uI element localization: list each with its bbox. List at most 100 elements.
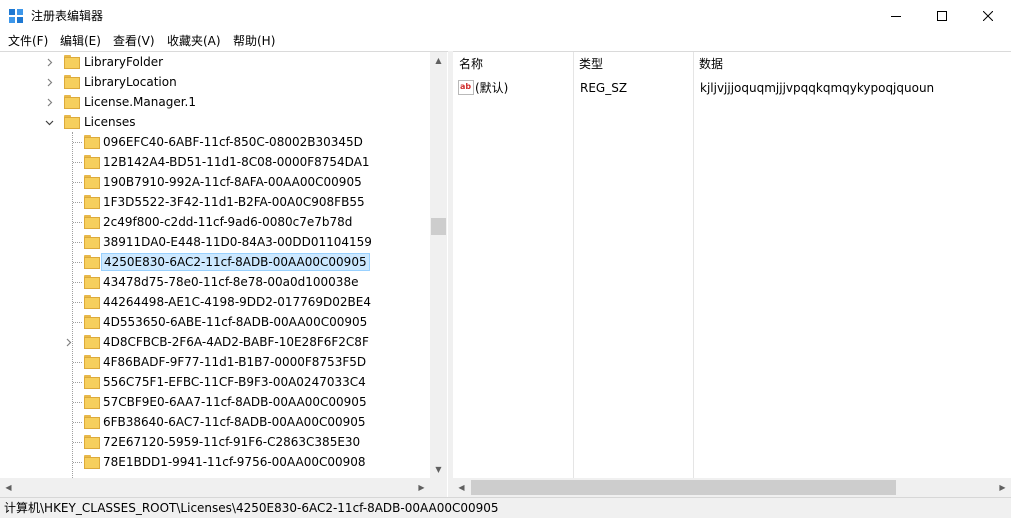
tree-connector — [73, 142, 82, 143]
tree-connector — [73, 402, 82, 403]
tree-item-selected[interactable]: 4250E830-6AC2-11cf-8ADB-00AA00C00905 — [0, 252, 430, 272]
values-list[interactable]: 名称 类型 数据 ab (默认) REG_SZ kjljvjjjoquqmjjj… — [453, 51, 1011, 498]
column-header-name[interactable]: 名称 — [453, 52, 573, 76]
title-bar: 注册表编辑器 — [0, 0, 1011, 31]
tree-guide-line — [72, 132, 73, 478]
minimize-button[interactable] — [873, 0, 919, 31]
window-title: 注册表编辑器 — [31, 9, 104, 23]
tree-item[interactable]: Licenses — [0, 112, 430, 132]
tree-item-label: 556C75F1-EFBC-11CF-B9F3-00A0247033C4 — [103, 375, 366, 389]
tree-connector — [73, 262, 82, 263]
tree-item[interactable]: LibraryLocation — [0, 72, 430, 92]
folder-icon — [84, 134, 100, 150]
scroll-up-icon[interactable]: ▲ — [430, 52, 447, 69]
chevron-right-icon[interactable] — [45, 92, 54, 112]
column-header-type[interactable]: 类型 — [573, 52, 693, 76]
list-scroll-thumb[interactable] — [471, 480, 896, 495]
tree-item-label: 43478d75-78e0-11cf-8e78-00a0d100038e — [103, 275, 359, 289]
folder-icon — [64, 74, 80, 90]
tree-item-label: License.Manager.1 — [84, 95, 197, 109]
tree-item[interactable]: 4F86BADF-9F77-11d1-B1B7-0000F8753F5D — [0, 352, 430, 372]
folder-icon — [64, 94, 80, 110]
scroll-right-icon[interactable]: ▶ — [994, 479, 1011, 496]
tree-item[interactable]: License.Manager.1 — [0, 92, 430, 112]
status-path: 计算机\HKEY_CLASSES_ROOT\Licenses\4250E830-… — [4, 501, 499, 515]
tree-item[interactable]: 38911DA0-E448-11D0-84A3-00DD01104159 — [0, 232, 430, 252]
tree-item-label: 1F3D5522-3F42-11d1-B2FA-00A0C908FB55 — [103, 195, 365, 209]
tree-item[interactable]: 6FB38640-6AC7-11cf-8ADB-00AA00C00905 — [0, 412, 430, 432]
folder-icon — [84, 274, 100, 290]
folder-icon — [84, 294, 100, 310]
tree-item-label: LibraryFolder — [84, 55, 164, 69]
tree-connector — [73, 162, 82, 163]
folder-icon — [64, 54, 80, 70]
tree-item[interactable]: 190B7910-992A-11cf-8AFA-00AA00C00905 — [0, 172, 430, 192]
tree-item[interactable]: 4D553650-6ABE-11cf-8ADB-00AA00C00905 — [0, 312, 430, 332]
tree-horizontal-scrollbar[interactable]: ◀ ▶ — [0, 478, 430, 497]
tree-item-label: 57CBF9E0-6AA7-11cf-8ADB-00AA00C00905 — [103, 395, 367, 409]
close-button[interactable] — [965, 0, 1011, 31]
folder-icon — [84, 414, 100, 430]
tree-item[interactable]: 57CBF9E0-6AA7-11cf-8ADB-00AA00C00905 — [0, 392, 430, 412]
scroll-left-icon[interactable]: ◀ — [453, 479, 470, 496]
tree-item[interactable]: LibraryFolder — [0, 52, 430, 72]
tree-item-label: 72E67120-5959-11cf-91F6-C2863C385E30 — [103, 435, 361, 449]
menu-favorites[interactable]: 收藏夹(A) — [167, 33, 221, 49]
tree-item[interactable]: 2c49f800-c2dd-11cf-9ad6-0080c7e7b78d — [0, 212, 430, 232]
tree-item[interactable]: 12B142A4-BD51-11d1-8C08-0000F8754DA1 — [0, 152, 430, 172]
value-name: (默认) — [475, 81, 509, 95]
tree-connector — [73, 462, 82, 463]
tree-item-label: 44264498-AE1C-4198-9DD2-017769D02BE4 — [103, 295, 371, 309]
tree-item[interactable]: 43478d75-78e0-11cf-8e78-00a0d100038e — [0, 272, 430, 292]
minimize-icon — [891, 15, 901, 17]
maximize-button[interactable] — [919, 0, 965, 31]
tree-item-label: 190B7910-992A-11cf-8AFA-00AA00C00905 — [103, 175, 362, 189]
tree-item-label: 38911DA0-E448-11D0-84A3-00DD01104159 — [103, 235, 372, 249]
tree-connector — [73, 282, 82, 283]
folder-icon — [84, 154, 100, 170]
chevron-down-icon[interactable] — [45, 112, 54, 132]
tree-item-label: 4250E830-6AC2-11cf-8ADB-00AA00C00905 — [101, 253, 370, 271]
tree-connector — [73, 322, 82, 323]
value-row-default[interactable]: ab (默认) REG_SZ kjljvjjjoquqmjjjvpqqkqmqy… — [453, 78, 1011, 98]
menu-file[interactable]: 文件(F) — [8, 33, 48, 49]
tree-connector — [73, 422, 82, 423]
folder-icon — [84, 374, 100, 390]
scroll-down-icon[interactable]: ▼ — [430, 461, 447, 478]
status-bar: 计算机\HKEY_CLASSES_ROOT\Licenses\4250E830-… — [0, 497, 1011, 518]
tree-connector — [73, 202, 82, 203]
folder-icon — [84, 454, 100, 470]
tree-item[interactable]: 4D8CFBCB-2F6A-4AD2-BABF-10E28F6F2C8F — [0, 332, 430, 352]
menu-edit[interactable]: 编辑(E) — [60, 33, 101, 49]
tree-item[interactable]: 556C75F1-EFBC-11CF-B9F3-00A0247033C4 — [0, 372, 430, 392]
tree-item[interactable]: 096EFC40-6ABF-11cf-850C-08002B30345D — [0, 132, 430, 152]
tree-item[interactable]: 78E1BDD1-9941-11cf-9756-00AA00C00908 — [0, 452, 430, 472]
string-value-icon: ab — [458, 80, 474, 95]
tree-item-label: LibraryLocation — [84, 75, 177, 89]
scroll-right-icon[interactable]: ▶ — [413, 479, 430, 496]
folder-icon — [84, 354, 100, 370]
tree-scroll-thumb[interactable] — [431, 218, 446, 235]
tree-item-label: Licenses — [84, 115, 136, 129]
tree-item-label: 2c49f800-c2dd-11cf-9ad6-0080c7e7b78d — [103, 215, 353, 229]
tree-item-label: 4F86BADF-9F77-11d1-B1B7-0000F8753F5D — [103, 355, 367, 369]
menu-view[interactable]: 查看(V) — [113, 33, 155, 49]
chevron-right-icon[interactable] — [45, 52, 54, 72]
folder-icon — [84, 254, 100, 270]
chevron-right-icon[interactable] — [45, 72, 54, 92]
menu-help[interactable]: 帮助(H) — [233, 33, 275, 49]
folder-icon — [84, 314, 100, 330]
tree-item[interactable]: 72E67120-5959-11cf-91F6-C2863C385E30 — [0, 432, 430, 452]
tree-item[interactable]: 1F3D5522-3F42-11d1-B2FA-00A0C908FB55 — [0, 192, 430, 212]
tree-vertical-scrollbar[interactable]: ▲ ▼ — [430, 52, 447, 478]
folder-icon — [84, 434, 100, 450]
value-data: kjljvjjjoquqmjjjvpqqkqmqykypoqjquoun — [700, 81, 935, 95]
regedit-icon — [9, 9, 23, 23]
folder-icon — [84, 194, 100, 210]
tree-item[interactable]: 44264498-AE1C-4198-9DD2-017769D02BE4 — [0, 292, 430, 312]
tree-connector — [73, 382, 82, 383]
registry-tree[interactable]: LibraryFolder LibraryLocation License.Mana… — [0, 51, 448, 498]
scroll-left-icon[interactable]: ◀ — [0, 479, 17, 496]
tree-item-label: 12B142A4-BD51-11d1-8C08-0000F8754DA1 — [103, 155, 370, 169]
column-header-data[interactable]: 数据 — [693, 52, 1011, 76]
